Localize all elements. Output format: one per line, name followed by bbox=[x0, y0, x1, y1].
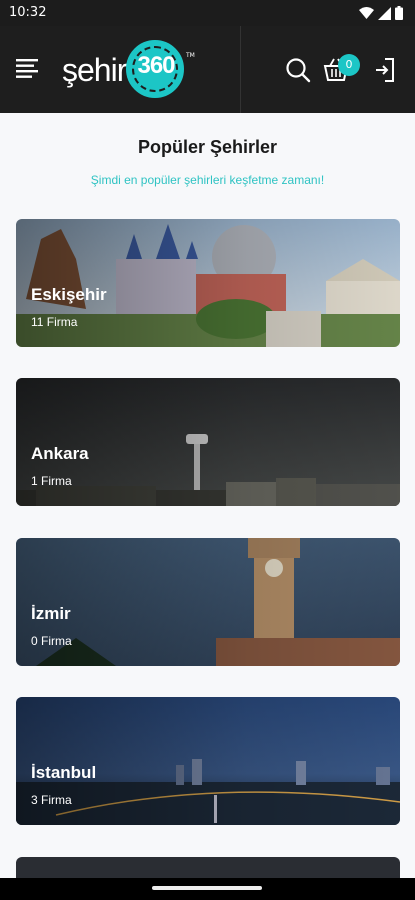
main-content: Popüler Şehirler Şimdi en popüler şehirl… bbox=[0, 113, 415, 878]
page-subtitle: Şimdi en popüler şehirleri keşfetme zama… bbox=[90, 173, 325, 187]
signal-icon bbox=[378, 6, 391, 20]
wifi-icon bbox=[359, 6, 374, 19]
status-bar: 10:32 bbox=[0, 0, 415, 26]
city-name: İzmir bbox=[31, 604, 71, 623]
city-card-izmir[interactable]: İzmir 0 Firma bbox=[16, 538, 400, 666]
city-card-eskisehir[interactable]: Eskişehir 11 Firma bbox=[16, 219, 400, 347]
city-company-count: 11 Firma bbox=[31, 315, 78, 329]
hamburger-menu-icon bbox=[16, 59, 38, 78]
city-card-next[interactable] bbox=[16, 857, 400, 878]
app-header: şehir 360 TM 0 bbox=[0, 26, 415, 113]
status-time: 10:32 bbox=[9, 5, 47, 20]
battery-icon bbox=[395, 6, 403, 20]
logo-trademark: TM bbox=[186, 52, 195, 59]
cart-count-badge: 0 bbox=[338, 54, 360, 76]
login-icon bbox=[376, 58, 394, 82]
city-company-count: 3 Firma bbox=[31, 793, 72, 807]
city-card-istanbul[interactable]: İstanbul 3 Firma bbox=[16, 697, 400, 825]
page-title: Popüler Şehirler bbox=[137, 137, 278, 157]
app-logo[interactable]: şehir 360 TM bbox=[62, 38, 202, 100]
city-card-ankara[interactable]: Ankara 1 Firma bbox=[16, 378, 400, 506]
search-button[interactable] bbox=[285, 57, 311, 83]
system-nav-bar bbox=[0, 878, 415, 900]
header-divider bbox=[240, 26, 241, 113]
logo-text: şehir bbox=[62, 52, 127, 88]
city-name: Eskişehir bbox=[31, 285, 107, 304]
city-company-count: 0 Firma bbox=[31, 634, 72, 648]
status-icons bbox=[359, 6, 403, 20]
city-company-count: 1 Firma bbox=[31, 474, 72, 488]
logo-number: 360 bbox=[137, 52, 175, 79]
city-name: Ankara bbox=[31, 444, 89, 463]
city-name: İstanbul bbox=[31, 763, 97, 782]
menu-button[interactable] bbox=[14, 56, 42, 80]
search-icon bbox=[286, 58, 311, 83]
home-gesture-handle[interactable] bbox=[152, 886, 262, 890]
login-button[interactable] bbox=[373, 57, 397, 83]
